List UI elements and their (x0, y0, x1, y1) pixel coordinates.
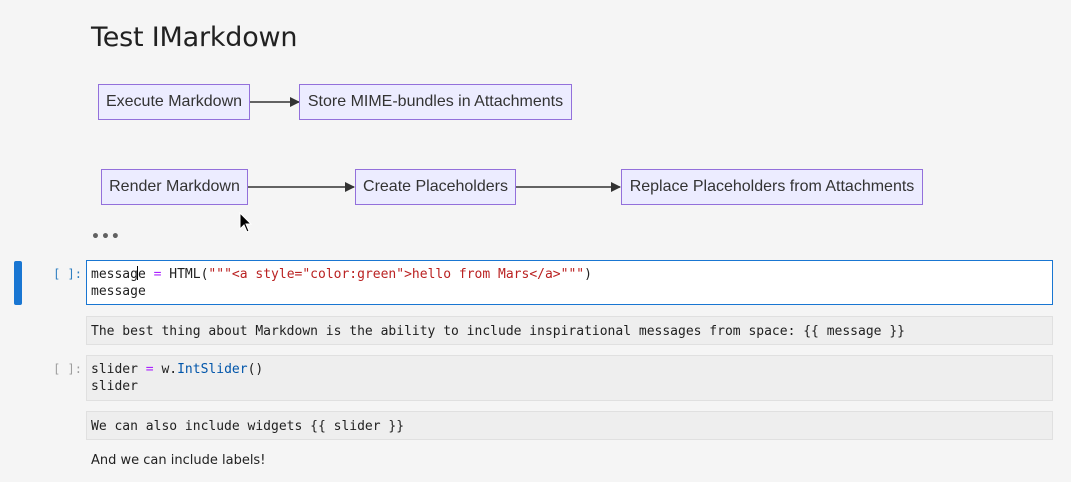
collapsed-output-ellipsis[interactable]: ••• (91, 229, 121, 245)
flowchart-edges (247, 97, 621, 192)
code-function: IntSlider (177, 362, 248, 377)
code-token: slider (91, 362, 146, 377)
code-token: message (91, 284, 146, 299)
node-replace-placeholders: Replace Placeholders from Attachments (621, 169, 923, 205)
code-token: w. (153, 362, 178, 377)
markdown-cell-editor[interactable]: The best thing about Markdown is the abi… (86, 316, 1053, 345)
cell-prompt: [ ]: (53, 362, 82, 376)
active-cell-indicator[interactable] (14, 261, 22, 305)
node-create-placeholders: Create Placeholders (355, 169, 516, 205)
code-token: e (137, 267, 154, 282)
code-operator: = (145, 362, 154, 377)
cell-prompt: [ ]: (53, 267, 82, 281)
code-token: () (247, 362, 264, 377)
rendered-markdown-text: And we can include labels! (91, 453, 266, 468)
code-cell-editor[interactable]: message = HTML("""<a style="color:green"… (86, 260, 1053, 305)
node-execute-markdown: Execute Markdown (98, 84, 250, 120)
code-token: ) (584, 267, 592, 282)
code-string: """<a style="color:green">hello from Mar… (208, 267, 585, 282)
code-cell-editor[interactable]: slider = w.IntSlider() slider (86, 355, 1053, 401)
mouse-pointer-icon (239, 212, 253, 233)
code-token: messag (91, 267, 138, 282)
code-token: HTML( (161, 267, 209, 282)
markdown-cell-editor[interactable]: We can also include widgets {{ slider }} (86, 411, 1053, 440)
code-token: slider (91, 379, 138, 394)
node-render-markdown: Render Markdown (101, 169, 248, 205)
notebook-page: Test IMarkdown Execute Markdown Store MI… (0, 0, 1071, 482)
node-store-mime-bundles: Store MIME-bundles in Attachments (299, 84, 572, 120)
